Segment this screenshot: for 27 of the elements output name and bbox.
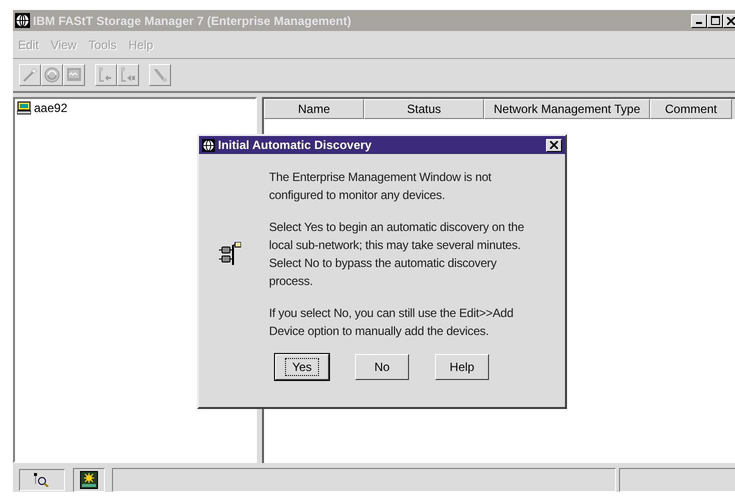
tree-item[interactable]: aae92 xyxy=(15,99,68,115)
window-title: IBM FAStT Storage Manager 7 (Enterprise Management) xyxy=(33,14,352,28)
maximize-button[interactable] xyxy=(707,14,723,28)
monitor-icon[interactable] xyxy=(73,468,105,492)
search-icon[interactable] xyxy=(19,469,65,491)
dialog-button[interactable]: Help xyxy=(435,354,489,380)
column-header[interactable]: Name xyxy=(264,99,364,119)
minimize-button[interactable] xyxy=(691,14,707,28)
dialog-button[interactable]: Yes xyxy=(275,354,329,380)
minimize-icon xyxy=(696,22,702,24)
maximize-icon xyxy=(710,16,720,25)
close-icon xyxy=(727,16,735,24)
close-icon xyxy=(550,141,558,149)
globe-icon xyxy=(202,138,215,152)
column-header[interactable]: Network Management Type xyxy=(484,99,650,119)
column-header[interactable]: Status xyxy=(364,99,484,119)
computer-icon xyxy=(17,101,31,115)
close-button[interactable] xyxy=(546,138,562,152)
globe-icon xyxy=(15,13,30,28)
dialog-text: Select Yes to begin an automatic discovery on the local sub-network; this may take several minutes. Select No to bypass the automatic discovery process. xyxy=(269,219,526,290)
dialog-button[interactable]: No xyxy=(355,354,409,380)
column-header[interactable]: Comment xyxy=(650,99,732,119)
dialog-title: Initial Automatic Discovery xyxy=(218,138,373,152)
dialog-text: The Enterprise Management Window is not configured to monitor any devices. xyxy=(269,169,492,204)
close-button[interactable] xyxy=(723,14,735,28)
network-icon xyxy=(219,242,241,266)
dialog-text: If you select No, you can still use the Edit>>Add Device option to manually add the devices. xyxy=(269,305,514,340)
